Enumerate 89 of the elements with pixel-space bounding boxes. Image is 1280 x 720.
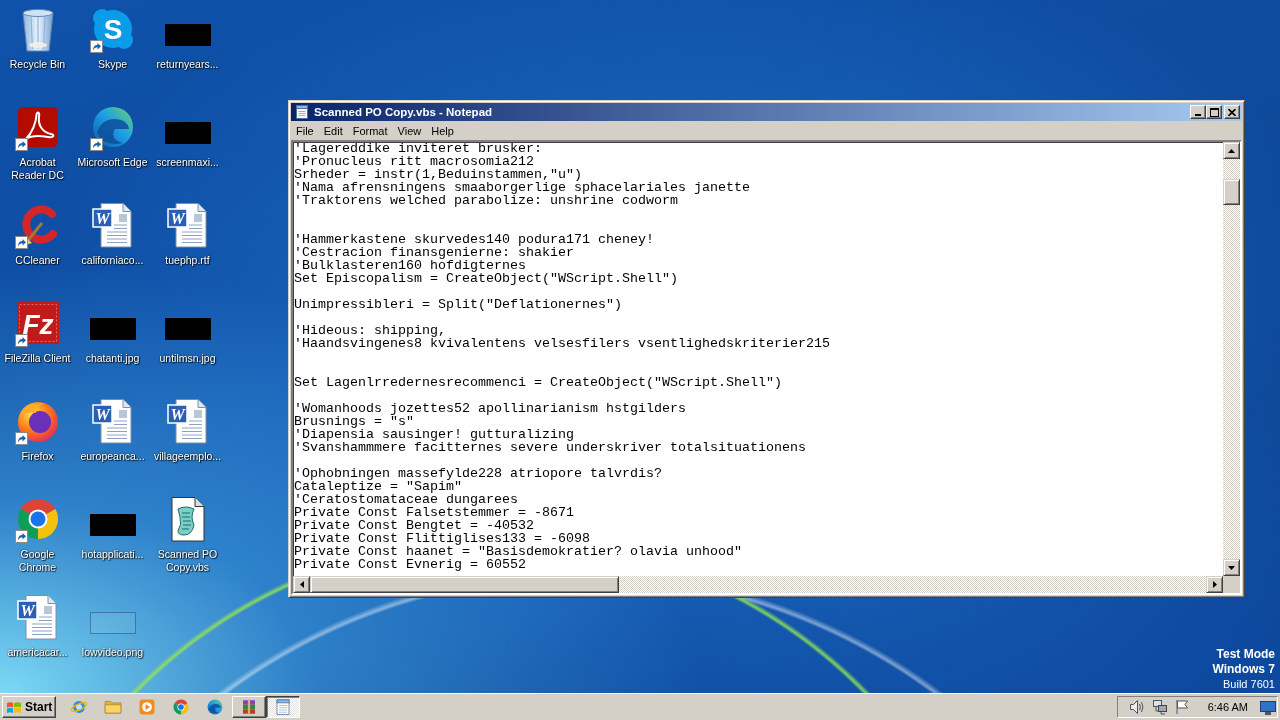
window-title: Scanned PO Copy.vbs - Notepad bbox=[314, 105, 493, 119]
down-arrow-icon bbox=[1228, 565, 1235, 570]
text-line: Brusnings = "s" bbox=[294, 415, 414, 428]
desktop-icon-label[interactable]: untilmsn.jpg bbox=[159, 352, 216, 365]
right-arrow-icon bbox=[1212, 581, 1217, 588]
text-line: 'Hideous: shipping, bbox=[294, 324, 446, 337]
desktop-icon-label[interactable]: Acrobat Reader DC bbox=[1, 156, 74, 182]
flag-icon[interactable] bbox=[1173, 699, 1190, 715]
up-arrow-icon bbox=[1228, 148, 1235, 153]
text-line: 'Pronucleus ritt macrosomia212 bbox=[294, 155, 534, 168]
scroll-left-button[interactable] bbox=[293, 576, 310, 593]
clock[interactable]: 6:46 AM bbox=[1207, 700, 1248, 714]
text-line: 'Hammerkastene skurvedes140 podura171 cheney! bbox=[294, 233, 654, 246]
text-line: Srheder = instr(1,Beduinstammen,"u") bbox=[294, 168, 582, 181]
desktop-info-text: Build 7601 bbox=[1223, 677, 1275, 692]
text-line: Cataleptize = "Sapim" bbox=[294, 480, 462, 493]
image-thumbnail[interactable] bbox=[164, 24, 211, 46]
text-line: 'Svanshammmere facitternes severe underskriver totalsituationens bbox=[294, 441, 806, 454]
image-thumbnail[interactable] bbox=[164, 318, 211, 340]
desktop-icon-label[interactable]: screenmaxi... bbox=[156, 156, 219, 169]
text-line: 'Womanhoods jozettes52 apollinarianism hstgilders bbox=[294, 402, 686, 415]
menu-item[interactable]: View bbox=[392, 123, 427, 138]
desktop-icon-label[interactable]: Skype bbox=[97, 58, 128, 71]
desktop-icon-label[interactable]: europeanca... bbox=[80, 450, 145, 463]
maximize-icon bbox=[1209, 107, 1219, 117]
text-line: 'Lagereddike inviteret brusker: bbox=[294, 142, 542, 155]
internet-explorer-icon[interactable] bbox=[70, 698, 88, 716]
winrar-icon[interactable] bbox=[240, 698, 258, 716]
desktop-info-text: Test Mode bbox=[1216, 647, 1275, 662]
windows-logo-icon bbox=[6, 700, 22, 714]
text-line: Unimpressibleri = Split("Deflationernes") bbox=[294, 298, 622, 311]
text-line: 'Bulklasteren160 hofdigternes bbox=[294, 259, 526, 272]
desktop-icon-label[interactable]: Recycle Bin bbox=[9, 58, 66, 71]
desktop-icon-label[interactable]: CCleaner bbox=[15, 254, 60, 267]
edge-icon[interactable] bbox=[206, 698, 224, 716]
desktop-icon-label[interactable]: Microsoft Edge bbox=[77, 156, 148, 169]
left-arrow-icon bbox=[299, 581, 304, 588]
chrome-icon[interactable] bbox=[172, 698, 190, 716]
scroll-right-button[interactable] bbox=[1206, 576, 1223, 593]
desktop-icon-label[interactable]: tuephp.rtf bbox=[165, 254, 210, 267]
network-icon[interactable] bbox=[1151, 699, 1168, 715]
maximize-button[interactable] bbox=[1206, 105, 1222, 119]
scroll-up-button[interactable] bbox=[1223, 142, 1240, 159]
start-button[interactable]: Start bbox=[2, 696, 56, 718]
desktop-info-text: Windows 7 bbox=[1212, 662, 1275, 677]
horizontal-scrollbar[interactable] bbox=[293, 576, 1223, 593]
desktop-icon-label[interactable]: hotapplicati... bbox=[81, 548, 144, 561]
menu-item[interactable]: Help bbox=[426, 123, 459, 138]
text-line: Private Const Flittiglises133 = -6098 bbox=[294, 532, 590, 545]
vertical-scrollbar[interactable] bbox=[1223, 142, 1240, 576]
text-line: Private Const Bengtet = -40532 bbox=[294, 519, 534, 532]
text-line: Set Episcopalism = CreateObject("WScript.Shell") bbox=[294, 272, 678, 285]
image-thumbnail[interactable] bbox=[89, 514, 136, 536]
scrollbar-thumb[interactable] bbox=[1223, 179, 1240, 205]
show-desktop-icon[interactable] bbox=[1260, 699, 1276, 715]
text-line: 'Nama afrensningens smaaborgerlige sphacelariales janette bbox=[294, 181, 750, 194]
text-line: Private Const Evnerig = 60552 bbox=[294, 558, 526, 571]
text-line: 'Cestracion finansgenierne: shakier bbox=[294, 246, 574, 259]
taskbar-button[interactable] bbox=[266, 696, 300, 718]
menu-item[interactable]: Format bbox=[347, 123, 393, 138]
text-line: Set Lagenlrredernesrecommenci = CreateObject("WScript.Shell") bbox=[294, 376, 782, 389]
notepad-icon bbox=[294, 104, 310, 120]
desktop-icon-label[interactable]: FileZilla Client bbox=[4, 352, 71, 365]
text-line: 'Haandsvingenes8 kvivalentens velsesfilers vsentlighedskriterier215 bbox=[294, 337, 830, 350]
close-icon bbox=[1228, 108, 1236, 116]
desktop-icon-label[interactable]: californiaco... bbox=[81, 254, 144, 267]
image-thumbnail[interactable] bbox=[89, 612, 136, 634]
text-line: Private Const haanet = "Basisdemokratier? olavia unhood" bbox=[294, 545, 742, 558]
text-line: 'Diapensia sausinger! gutturalizing bbox=[294, 428, 574, 441]
scroll-down-button[interactable] bbox=[1223, 559, 1240, 576]
image-thumbnail[interactable] bbox=[164, 122, 211, 144]
desktop-icon-label[interactable]: returnyears... bbox=[156, 58, 219, 71]
text-line: 'Ophobningen massefylde228 atriopore talvrdis? bbox=[294, 467, 662, 480]
speaker-icon[interactable] bbox=[1128, 699, 1145, 715]
close-button[interactable] bbox=[1224, 105, 1240, 119]
desktop-icon-label[interactable]: chatanti.jpg bbox=[85, 352, 140, 365]
desktop-icon-label[interactable]: Scanned PO Copy.vbs bbox=[151, 548, 224, 574]
text-line: 'Traktorens welched parabolize: unshrine codworm bbox=[294, 194, 678, 207]
text-line: Private Const Falsetstemmer = -8671 bbox=[294, 506, 574, 519]
desktop-icon-label[interactable]: Firefox bbox=[21, 450, 54, 463]
desktop-icon-label[interactable]: villageemplo... bbox=[153, 450, 222, 463]
image-thumbnail[interactable] bbox=[89, 318, 136, 340]
menu-item[interactable]: File bbox=[291, 123, 319, 138]
menu-item[interactable]: Edit bbox=[318, 123, 348, 138]
text-line: 'Ceratostomataceae dungarees bbox=[294, 493, 518, 506]
scrollbar-thumb[interactable] bbox=[310, 576, 619, 593]
scrollbar-corner bbox=[1223, 576, 1240, 593]
minimize-button[interactable] bbox=[1190, 105, 1206, 119]
minimize-icon bbox=[1195, 114, 1201, 116]
